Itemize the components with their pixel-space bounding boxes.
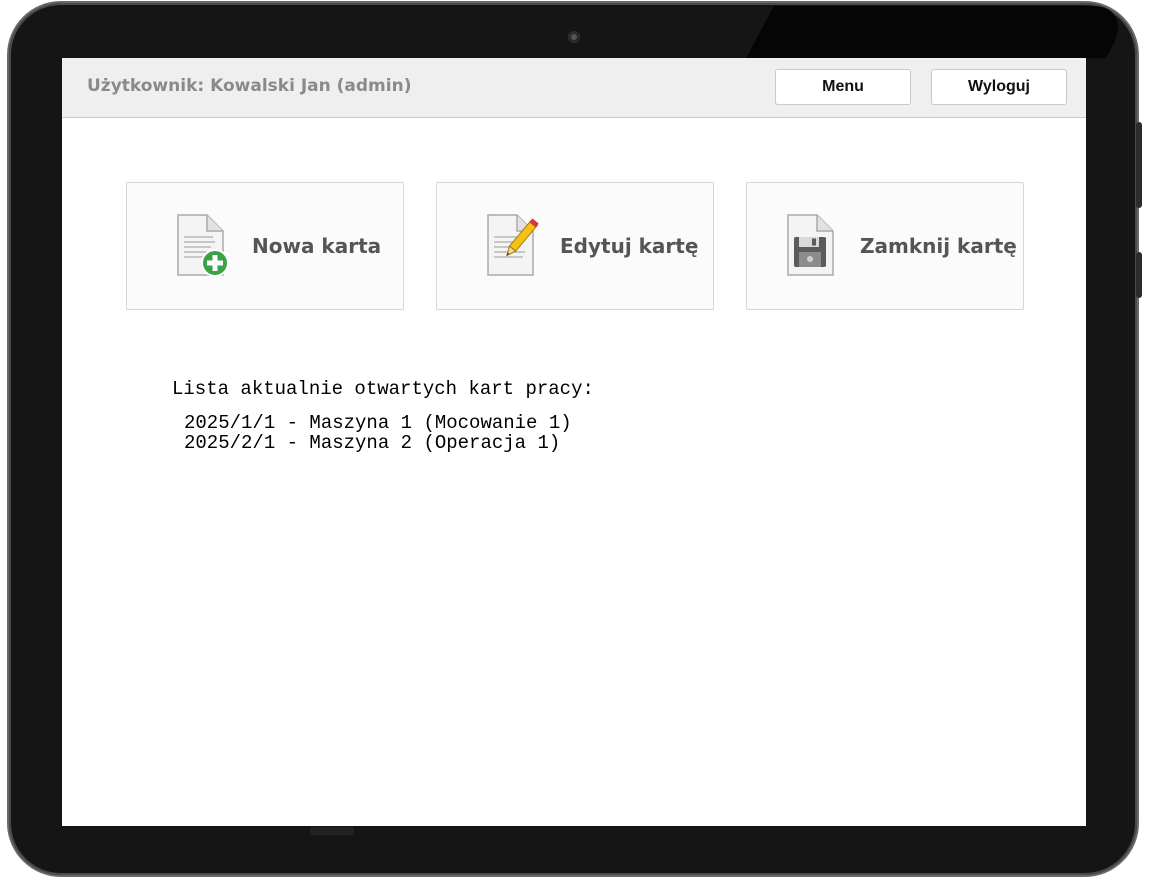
close-card-label: Zamknij kartę bbox=[860, 234, 1017, 258]
power-button bbox=[1136, 252, 1142, 298]
bottom-notch bbox=[310, 827, 354, 835]
open-cards-title: Lista aktualnie otwartych kart pracy: bbox=[172, 378, 594, 400]
top-bar: Użytkownik: Kowalski Jan (admin) Menu Wy… bbox=[62, 58, 1086, 118]
document-save-icon bbox=[787, 214, 834, 276]
user-label: Użytkownik: Kowalski Jan (admin) bbox=[87, 76, 412, 96]
logout-button[interactable]: Wyloguj bbox=[931, 69, 1067, 105]
close-card-button[interactable]: Zamknij kartę bbox=[746, 182, 1024, 310]
edit-card-label: Edytuj kartę bbox=[560, 234, 699, 258]
menu-button[interactable]: Menu bbox=[775, 69, 911, 105]
new-card-label: Nowa karta bbox=[252, 234, 382, 258]
camera-icon bbox=[568, 31, 580, 43]
edit-card-button[interactable]: Edytuj kartę bbox=[436, 182, 714, 310]
app-screen: Użytkownik: Kowalski Jan (admin) Menu Wy… bbox=[62, 58, 1086, 826]
volume-button bbox=[1136, 122, 1142, 208]
list-item: 2025/1/1 - Maszyna 1 (Mocowanie 1) bbox=[184, 412, 572, 434]
new-card-button[interactable]: Nowa karta bbox=[126, 182, 404, 310]
tablet-glare bbox=[746, 6, 1134, 58]
open-cards-list: 2025/1/1 - Maszyna 1 (Mocowanie 1) 2025/… bbox=[184, 413, 572, 453]
list-item: 2025/2/1 - Maszyna 2 (Operacja 1) bbox=[184, 432, 561, 454]
document-edit-icon bbox=[487, 214, 539, 276]
document-add-icon bbox=[177, 214, 229, 277]
